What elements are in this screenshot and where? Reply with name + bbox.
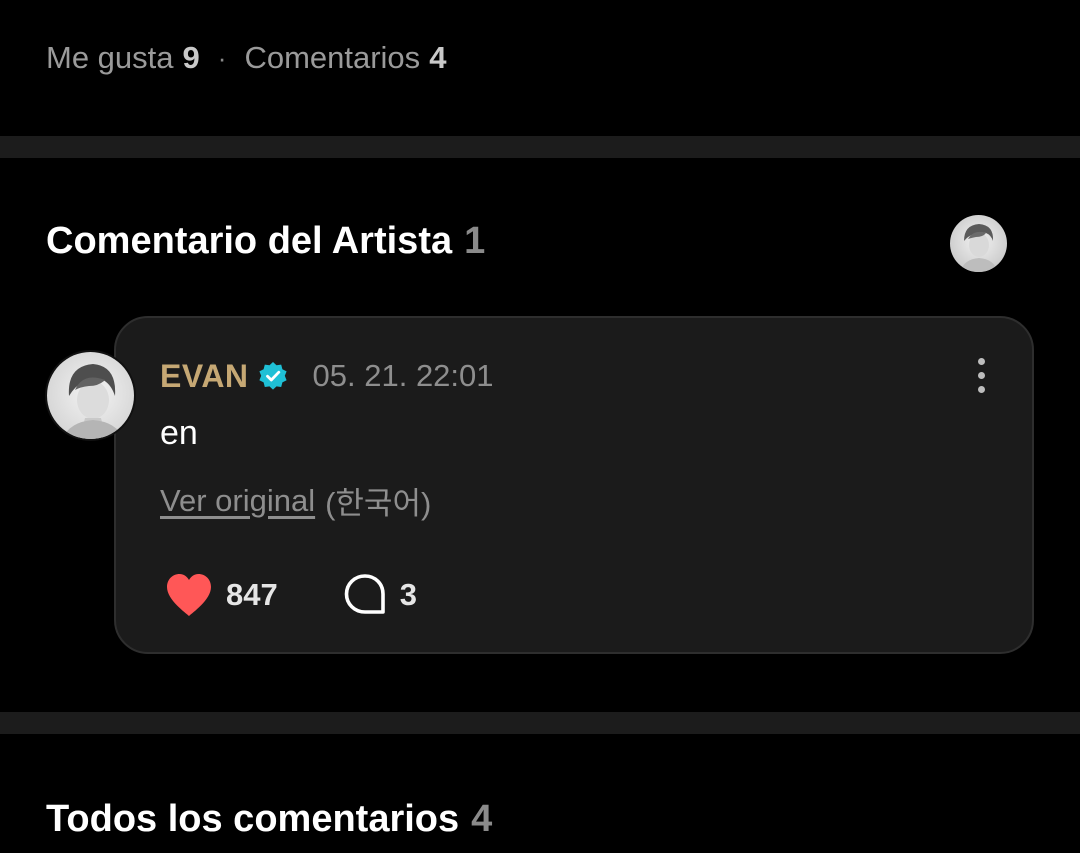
artist-comment-heading: Comentario del Artista 1 [46, 220, 485, 263]
like-button[interactable]: 847 [164, 572, 278, 618]
comment-body: en [160, 414, 198, 452]
view-original-link[interactable]: Ver original [160, 483, 315, 519]
comment-header: EVAN 05. 21. 22:01 [160, 356, 494, 396]
artist-comment-title: Comentario del Artista [46, 220, 453, 262]
comments-stat[interactable]: Comentarios 4 [244, 40, 446, 76]
artist-comment-count: 1 [464, 220, 486, 262]
all-comments-heading: Todos los comentarios 4 [46, 798, 492, 841]
all-comments-title: Todos los comentarios [46, 798, 460, 840]
post-stats: Me gusta 9 · Comentarios 4 [46, 36, 446, 80]
artist-avatar-icon[interactable] [950, 215, 1007, 272]
verified-badge-icon [257, 360, 289, 392]
translation-row: Ver original (한국어) [160, 478, 431, 523]
all-comments-count: 4 [471, 798, 493, 840]
heart-icon [164, 572, 214, 618]
comment-actions: 847 3 [164, 572, 417, 618]
likes-count: 9 [182, 40, 200, 75]
like-count: 847 [226, 577, 278, 612]
comments-label: Comentarios [244, 40, 421, 75]
stats-separator: · [217, 42, 227, 73]
comments-count: 4 [429, 40, 447, 75]
comment-timestamp: 05. 21. 22:01 [312, 358, 494, 393]
likes-label: Me gusta [46, 40, 174, 75]
artist-comment-card[interactable]: EVAN 05. 21. 22:01 en Ver original (한국어)… [114, 316, 1034, 654]
original-language: (한국어) [325, 486, 432, 521]
comment-author[interactable]: EVAN [160, 358, 249, 395]
comment-author-avatar[interactable] [45, 350, 136, 441]
more-options-icon[interactable] [966, 352, 996, 398]
reply-count: 3 [399, 577, 417, 612]
likes-stat[interactable]: Me gusta 9 [46, 40, 200, 76]
section-divider [0, 712, 1080, 734]
comment-bubble-icon [342, 572, 388, 618]
reply-button[interactable]: 3 [342, 572, 417, 618]
section-divider [0, 136, 1080, 158]
